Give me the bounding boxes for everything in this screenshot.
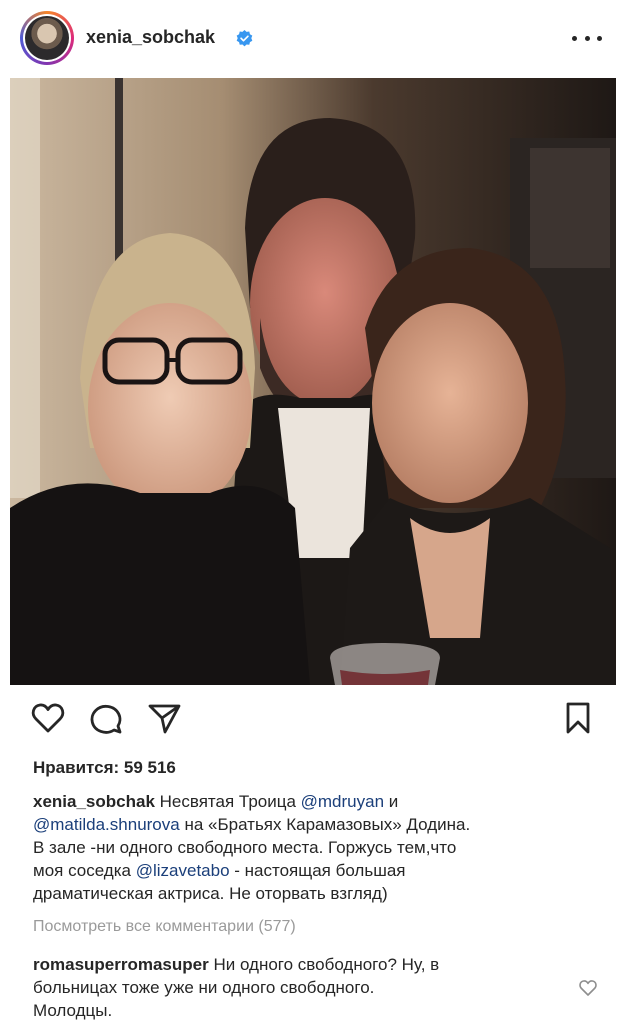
view-all-comments-link[interactable]: Посмотреть все комментарии (577) <box>33 918 296 936</box>
post-actions <box>0 700 620 740</box>
mention-matilda-shnurova[interactable]: @matilda.shnurova <box>33 815 180 834</box>
avatar-image <box>25 16 69 60</box>
comment-like-heart-icon[interactable] <box>578 978 598 998</box>
avatar[interactable] <box>20 11 74 65</box>
mention-mdruyan[interactable]: @mdruyan <box>301 792 384 811</box>
more-dots-icon <box>572 35 577 41</box>
comment-bubble-icon <box>90 704 122 734</box>
post-header: xenia_sobchak <box>0 0 620 78</box>
save-button[interactable] <box>560 700 596 736</box>
photo-illustration <box>10 78 616 685</box>
comment-button[interactable] <box>88 700 124 736</box>
more-options-button[interactable] <box>572 26 602 50</box>
heart-icon <box>31 703 65 733</box>
paper-plane-icon <box>148 704 181 734</box>
share-button[interactable] <box>146 700 182 736</box>
comment-author[interactable]: romasuperromasuper <box>33 955 209 974</box>
username[interactable]: xenia_sobchak <box>86 27 215 48</box>
instagram-post: xenia_sobchak Нравится: 59 516 xenia_sob… <box>0 0 620 1033</box>
post-photo[interactable] <box>10 78 616 685</box>
verified-badge-icon <box>236 30 253 47</box>
bookmark-icon <box>566 702 590 734</box>
mention-lizavetabo[interactable]: @lizavetabo <box>136 861 230 880</box>
likes-count[interactable]: Нравится: 59 516 <box>33 758 176 778</box>
caption-author[interactable]: xenia_sobchak <box>33 792 155 811</box>
like-button[interactable] <box>30 700 66 736</box>
post-caption: xenia_sobchak Несвятая Троица @mdruyan и… <box>33 792 471 903</box>
comment-item: romasuperromasuper Ни одного свободного?… <box>33 955 440 1020</box>
